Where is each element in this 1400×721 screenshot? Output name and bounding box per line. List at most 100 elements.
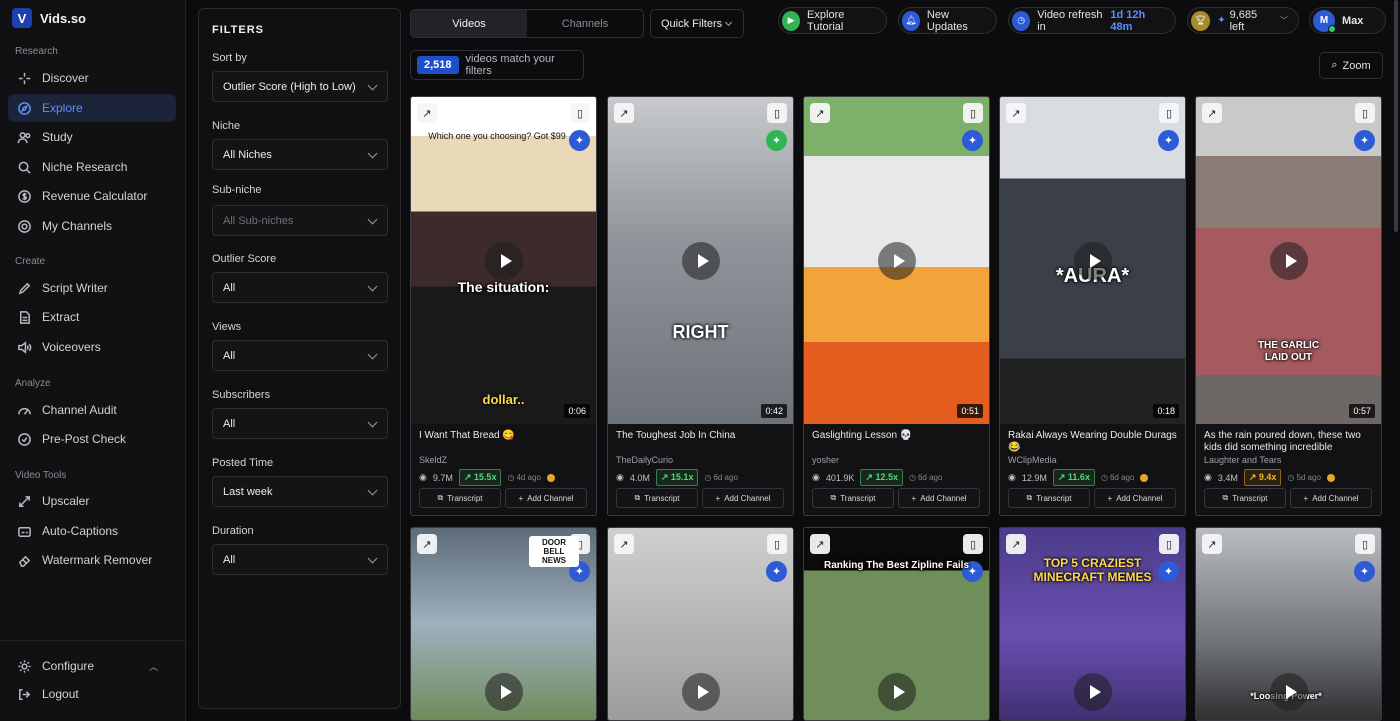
add-channel-button[interactable]: + Add Channel	[505, 488, 587, 508]
explore-tutorial-button[interactable]: ▶ Explore Tutorial	[778, 7, 887, 34]
external-link-icon[interactable]: ↗	[417, 103, 437, 123]
add-channel-button[interactable]: + Add Channel	[702, 488, 784, 508]
sidebar-item-my-channels[interactable]: My Channels	[8, 212, 176, 240]
channel-name[interactable]: SkeldZ	[419, 455, 447, 465]
video-card[interactable]: ↗ ▯ ✦ Ranking The Best Zipline Fails	[803, 527, 990, 721]
external-link-icon[interactable]: ↗	[1006, 534, 1026, 554]
sidebar-item-extract[interactable]: Extract	[8, 303, 176, 331]
external-link-icon[interactable]: ↗	[810, 103, 830, 123]
play-button[interactable]	[878, 673, 916, 711]
video-card[interactable]: ↗ ▯ ✦ 0:51 Gaslighting Lesson 💀 yosher ◉ 401.9K…	[803, 96, 990, 516]
transcript-button[interactable]: ⧉ Transcript	[812, 488, 894, 508]
external-link-icon[interactable]: ↗	[614, 534, 634, 554]
video-title[interactable]: As the rain poured down, these two kids …	[1204, 430, 1376, 454]
video-title[interactable]: The Toughest Job In China	[616, 430, 788, 442]
play-button[interactable]	[682, 242, 720, 280]
sort-by-select[interactable]: Outlier Score (High to Low)	[212, 71, 388, 102]
play-button[interactable]	[1074, 242, 1112, 280]
bookmark-icon[interactable]: ▯	[767, 534, 787, 554]
video-thumbnail[interactable]: ↗ ▯ ✦ TOP 5 CRAZIEST MINECRAFT MEMES	[1000, 528, 1185, 720]
play-button[interactable]	[1270, 673, 1308, 711]
bookmark-icon[interactable]: ▯	[1355, 534, 1375, 554]
bookmark-icon[interactable]: ▯	[963, 103, 983, 123]
external-link-icon[interactable]: ↗	[614, 103, 634, 123]
add-channel-button[interactable]: + Add Channel	[1094, 488, 1176, 508]
sidebar-item-explore[interactable]: Explore	[8, 94, 176, 122]
bookmark-icon[interactable]: ▯	[570, 103, 590, 123]
zoom-button[interactable]: ⌕ Zoom	[1319, 52, 1383, 79]
video-thumbnail[interactable]: ↗ ▯ ✦ DOOR BELL NEWS	[411, 528, 596, 720]
channel-name[interactable]: TheDailyCurio	[616, 455, 673, 465]
channel-name[interactable]: yosher	[812, 455, 839, 465]
play-button[interactable]	[1074, 673, 1112, 711]
sidebar-item-logout[interactable]: Logout	[8, 680, 176, 708]
transcript-button[interactable]: ⧉ Transcript	[616, 488, 698, 508]
bookmark-icon[interactable]: ▯	[1159, 534, 1179, 554]
bookmark-icon[interactable]: ▯	[767, 103, 787, 123]
transcript-button[interactable]: ⧉ Transcript	[1204, 488, 1286, 508]
sidebar-item-pre-post-check[interactable]: Pre-Post Check	[8, 425, 176, 453]
video-card[interactable]: ↗ ▯ ✦ DOOR BELL NEWS	[410, 527, 597, 721]
views-select[interactable]: All	[212, 340, 388, 371]
sidebar-item-niche-research[interactable]: Niche Research	[8, 153, 176, 181]
posted-time-select[interactable]: Last week	[212, 476, 388, 507]
video-card[interactable]: ↗ ▯ ✦ RIGHT 0:42 The Toughest Job In China The…	[607, 96, 794, 516]
play-button[interactable]	[1270, 242, 1308, 280]
outlier-score-select[interactable]: All	[212, 272, 388, 303]
video-card[interactable]: ↗▯✦*Loosing Power*	[1195, 527, 1382, 721]
video-card[interactable]: ↗ ▯ ✦	[607, 527, 794, 721]
video-thumbnail[interactable]: ↗ ▯ ✦ THE GARLIC LAID OUT 0:57	[1196, 97, 1381, 424]
add-channel-button[interactable]: + Add Channel	[1290, 488, 1372, 508]
bookmark-icon[interactable]: ▯	[1159, 103, 1179, 123]
credits-dropdown[interactable]: 🏆︎ ✦ 9,685 left ﹀	[1187, 7, 1299, 34]
play-button[interactable]	[682, 673, 720, 711]
duration-select[interactable]: All	[212, 544, 388, 575]
tab-channels[interactable]: Channels	[527, 10, 643, 37]
sidebar-item-script-writer[interactable]: Script Writer	[8, 274, 176, 302]
video-thumbnail[interactable]: ↗ ▯ ✦ Ranking The Best Zipline Fails	[804, 528, 989, 720]
video-thumbnail[interactable]: ↗ ▯ ✦	[608, 528, 793, 720]
play-button[interactable]	[485, 242, 523, 280]
user-menu[interactable]: M Max	[1309, 7, 1386, 34]
sparkle-icon[interactable]: ✦	[766, 561, 787, 582]
video-thumbnail[interactable]: ↗▯✦*Loosing Power*	[1196, 528, 1381, 720]
external-link-icon[interactable]: ↗	[810, 534, 830, 554]
sidebar-item-channel-audit[interactable]: Channel Audit	[8, 396, 176, 424]
external-link-icon[interactable]: ↗	[1006, 103, 1026, 123]
bookmark-icon[interactable]: ▯	[1355, 103, 1375, 123]
sidebar-item-voiceovers[interactable]: Voiceovers	[8, 333, 176, 361]
new-updates-button[interactable]: 🔔︎ New Updates	[898, 7, 997, 34]
quick-filters-button[interactable]: Quick Filters	[650, 9, 744, 38]
play-button[interactable]	[485, 673, 523, 711]
sparkle-icon[interactable]: ✦	[1354, 130, 1375, 151]
sidebar-item-upscaler[interactable]: Upscaler	[8, 487, 176, 515]
transcript-button[interactable]: ⧉ Transcript	[419, 488, 501, 508]
video-thumbnail[interactable]: ↗▯✦*AURA*0:18	[1000, 97, 1185, 424]
add-channel-button[interactable]: + Add Channel	[898, 488, 980, 508]
sidebar-item-auto-captions[interactable]: Auto-Captions	[8, 517, 176, 545]
sidebar-item-discover[interactable]: Discover	[8, 64, 176, 92]
video-title[interactable]: Gaslighting Lesson 💀	[812, 430, 984, 442]
sparkle-icon[interactable]: ✦	[1354, 561, 1375, 582]
channel-name[interactable]: WClipMedia	[1008, 455, 1057, 465]
tab-videos[interactable]: Videos	[411, 10, 527, 37]
video-card[interactable]: ↗ ▯ ✦ TOP 5 CRAZIEST MINECRAFT MEMES	[999, 527, 1186, 721]
video-thumbnail[interactable]: ↗ ▯ ✦ 0:51	[804, 97, 989, 424]
play-button[interactable]	[878, 242, 916, 280]
external-link-icon[interactable]: ↗	[417, 534, 437, 554]
subscribers-select[interactable]: All	[212, 408, 388, 439]
video-title[interactable]: I Want That Bread 😋	[419, 430, 591, 442]
video-card[interactable]: ↗▯✦*AURA*0:18Rakai Always Wearing Double…	[999, 96, 1186, 516]
scrollbar[interactable]	[1394, 0, 1398, 232]
brand[interactable]: V Vids.so	[12, 8, 86, 28]
video-card[interactable]: ↗ ▯ ✦ Which one you choosing? Got $99 The si…	[410, 96, 597, 516]
bookmark-icon[interactable]: ▯	[963, 534, 983, 554]
sidebar-item-revenue-calculator[interactable]: Revenue Calculator	[8, 182, 176, 210]
sparkle-icon[interactable]: ✦	[1158, 130, 1179, 151]
video-title[interactable]: Rakai Always Wearing Double Durags 😂	[1008, 430, 1180, 454]
external-link-icon[interactable]: ↗	[1202, 534, 1222, 554]
niche-select[interactable]: All Niches	[212, 139, 388, 170]
sidebar-item-watermark-remover[interactable]: Watermark Remover	[8, 546, 176, 574]
transcript-button[interactable]: ⧉ Transcript	[1008, 488, 1090, 508]
sparkle-icon[interactable]: ✦	[962, 130, 983, 151]
